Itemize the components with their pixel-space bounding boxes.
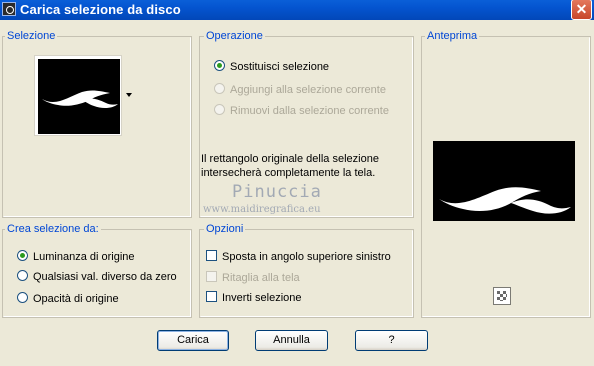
title-bar[interactable]: Carica selezione da disco ✕ bbox=[0, 0, 594, 20]
watermark-url: www.maidiregrafica.eu bbox=[203, 204, 321, 215]
group-crea-label: Crea selezione da: bbox=[5, 223, 101, 235]
group-selezione: Selezione bbox=[2, 30, 192, 218]
window-title: Carica selezione da disco bbox=[20, 2, 181, 17]
radio-indicator bbox=[214, 83, 225, 94]
group-opzioni: Opzioni Sposta in angolo superiore sinis… bbox=[199, 223, 414, 318]
operation-note-line1: Il rettangolo originale della selezione bbox=[201, 153, 379, 165]
checkbox-box bbox=[206, 250, 217, 261]
preview-image bbox=[433, 141, 575, 221]
radio-label: Sostituisci selezione bbox=[230, 61, 330, 73]
checkbox-box bbox=[206, 291, 217, 302]
radio-label: Rimuovi dalla selezione corrente bbox=[230, 105, 389, 117]
selection-thumbnail[interactable] bbox=[34, 55, 122, 136]
carica-button[interactable]: Carica bbox=[157, 330, 229, 351]
close-icon: ✕ bbox=[575, 1, 588, 17]
checkbox-box bbox=[206, 271, 217, 282]
checkbox-label: Ritaglia alla tela bbox=[222, 272, 300, 284]
group-anteprima-label: Anteprima bbox=[425, 30, 480, 42]
radio-indicator bbox=[214, 104, 225, 115]
chevron-down-icon[interactable] bbox=[126, 93, 132, 97]
checkbox-label: Sposta in angolo superiore sinistro bbox=[222, 251, 391, 263]
group-selezione-label: Selezione bbox=[5, 30, 58, 42]
radio-indicator bbox=[17, 250, 28, 261]
thumbnail-image bbox=[38, 59, 120, 134]
operation-note-line2: intersecherà completamente la tela. bbox=[201, 167, 376, 179]
radio-label: Opacità di origine bbox=[33, 293, 119, 305]
radio-label: Luminanza di origine bbox=[33, 251, 135, 263]
group-opzioni-label: Opzioni bbox=[204, 223, 246, 235]
radio-indicator bbox=[17, 292, 28, 303]
radio-indicator bbox=[17, 270, 28, 281]
help-button[interactable]: ? bbox=[355, 330, 428, 351]
radio-indicator bbox=[214, 60, 225, 71]
app-icon bbox=[2, 2, 16, 16]
group-operazione-label: Operazione bbox=[204, 30, 265, 42]
dialog-window: Carica selezione da disco ✕ Selezione Op… bbox=[0, 0, 594, 366]
annulla-button[interactable]: Annulla bbox=[255, 330, 328, 351]
radio-label: Aggiungi alla selezione corrente bbox=[230, 84, 386, 96]
radio-label: Qualsiasi val. diverso da zero bbox=[33, 271, 177, 283]
thumbnail-wave bbox=[42, 90, 118, 109]
close-button[interactable]: ✕ bbox=[571, 0, 592, 20]
watermark-name: Pinuccia bbox=[232, 182, 322, 202]
checkbox-label: Inverti selezione bbox=[222, 292, 302, 304]
group-anteprima: Anteprima bbox=[421, 30, 591, 318]
preview-wave bbox=[439, 187, 571, 214]
checker-icon[interactable] bbox=[493, 287, 511, 305]
operation-note: Il rettangolo originale della selezione … bbox=[201, 152, 379, 180]
group-crea: Crea selezione da: Luminanza di origine … bbox=[2, 223, 192, 318]
